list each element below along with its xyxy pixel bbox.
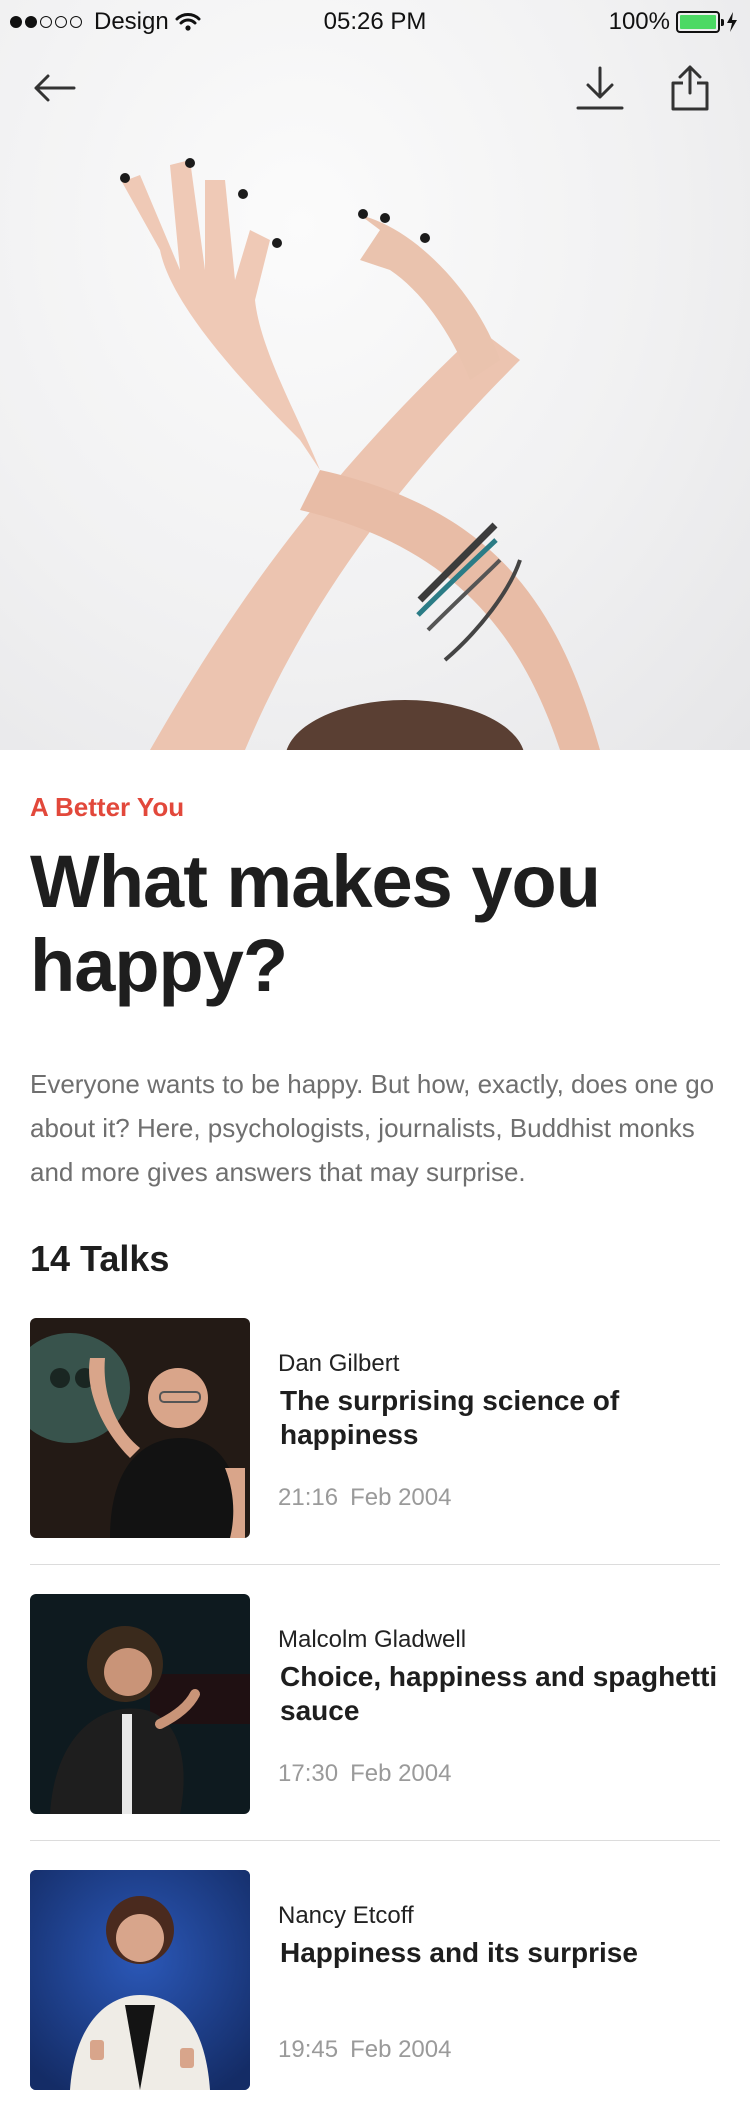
divider [30, 1564, 720, 1565]
talk-title[interactable]: Happiness and its surprise [280, 1936, 720, 1970]
talk-count-heading: 14 Talks [30, 1238, 170, 1279]
hero-image [0, 0, 750, 750]
page-title: What makes you happy? [30, 840, 601, 1007]
share-icon [671, 65, 709, 111]
battery-percent: 100% [608, 8, 670, 35]
list-item[interactable]: Nancy Etcoff Happiness and its surprise … [30, 1870, 720, 2114]
article-description: Everyone wants to be happy. But how, exa… [30, 1069, 715, 1187]
download-icon [576, 66, 624, 110]
category-label[interactable]: A Better You [30, 792, 184, 823]
speaker-name: Dan Gilbert [278, 1350, 400, 1377]
talk-date: Feb 2004 [350, 2036, 452, 2063]
talk-thumbnail[interactable] [30, 1594, 250, 1814]
share-button[interactable] [662, 60, 718, 116]
status-right: 100% [609, 8, 738, 36]
talk-meta: 17:30 Feb 2004 [278, 1760, 451, 1788]
status-bar: Design 05:26 PM 100% [0, 0, 750, 44]
charging-icon [727, 12, 737, 32]
list-item[interactable]: Dan Gilbert The surprising science of ha… [30, 1318, 720, 1594]
battery-level [680, 15, 716, 29]
talk-meta: 19:45 Feb 2004 [278, 2036, 451, 2064]
talk-meta: 21:16 Feb 2004 [278, 1484, 451, 1512]
divider [30, 1840, 720, 1841]
hero-hands-illustration [120, 158, 600, 750]
talk-title[interactable]: Choice, happiness and spaghetti sauce [280, 1660, 720, 1728]
talk-duration: 21:16 [278, 1484, 339, 1511]
battery-icon [676, 11, 724, 33]
list-item[interactable]: Malcolm Gladwell Choice, happiness and s… [30, 1594, 720, 1870]
back-button[interactable] [26, 60, 82, 116]
talk-thumbnail[interactable] [30, 1318, 250, 1538]
arrow-left-icon [34, 74, 76, 102]
download-button[interactable] [572, 60, 628, 116]
talk-duration: 19:45 [278, 2036, 339, 2063]
talk-date: Feb 2004 [350, 1760, 452, 1787]
talk-list: Dan Gilbert The surprising science of ha… [30, 1318, 720, 2114]
speaker-photo-dan-gilbert [30, 1318, 250, 1538]
talk-date: Feb 2004 [350, 1484, 452, 1511]
speaker-name: Malcolm Gladwell [278, 1626, 467, 1653]
speaker-name: Nancy Etcoff [278, 1902, 414, 1929]
speaker-photo-malcolm-gladwell [30, 1594, 250, 1814]
talk-thumbnail[interactable] [30, 1870, 250, 2090]
speaker-photo-nancy-etcoff [30, 1870, 250, 2090]
talk-duration: 17:30 [278, 1760, 339, 1787]
talk-title[interactable]: The surprising science of happiness [280, 1384, 720, 1452]
